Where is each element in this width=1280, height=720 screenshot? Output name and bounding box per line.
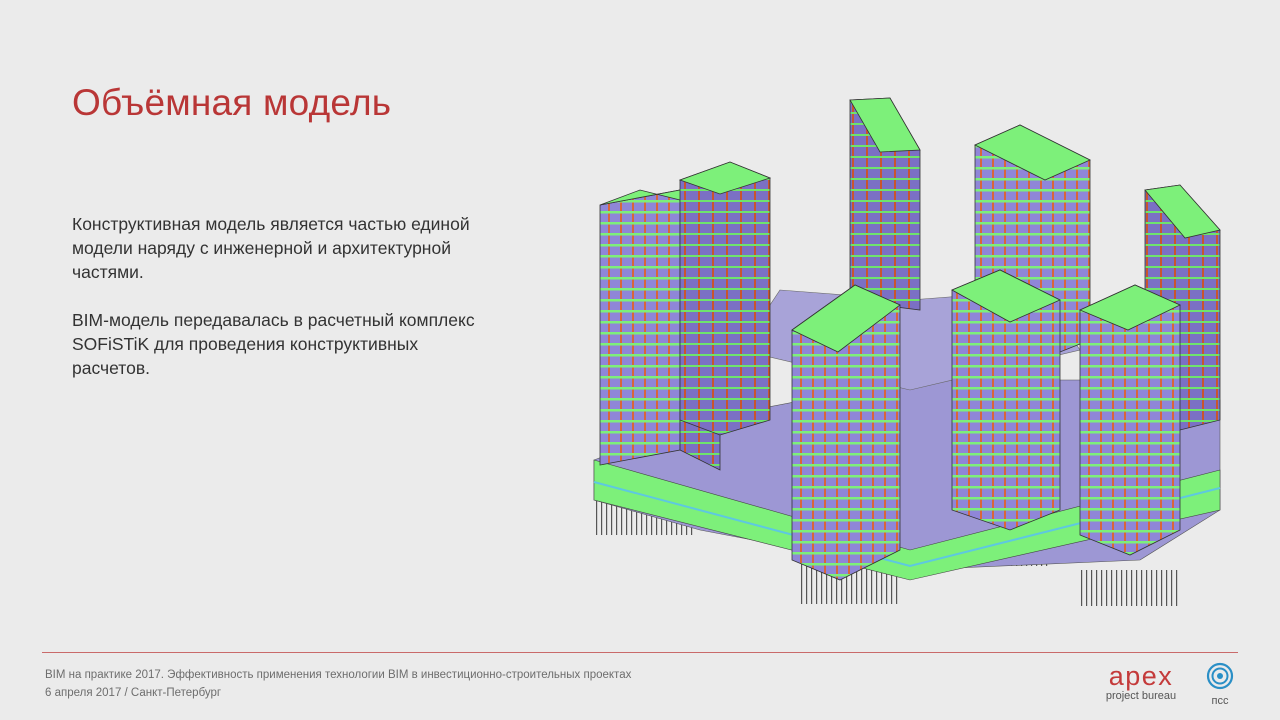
paragraph-1: Конструктивная модель является частью ед… (72, 214, 470, 282)
apex-logo: apex project bureau (1098, 662, 1184, 702)
tower-6 (791, 284, 901, 581)
apex-subtitle: project bureau (1105, 690, 1177, 702)
tower-3 (849, 97, 921, 311)
pss-label: псс (1212, 695, 1229, 707)
pss-logo: псс (1206, 662, 1234, 707)
tower-2 (678, 161, 772, 436)
tower-8 (1078, 284, 1181, 556)
footer-date: 6 апреля 2017 / Санкт-Петербург (45, 687, 222, 699)
footer: BIM на практике 2017. Эффективность прим… (45, 666, 631, 702)
slide-body: Конструктивная модель является частью ед… (72, 212, 492, 404)
tower-7 (951, 269, 1061, 531)
apex-wordmark: apex (1108, 661, 1174, 691)
paragraph-2: BIM-модель передавалась в расчетный комп… (72, 310, 475, 378)
bim-model-image (593, 97, 1221, 606)
footer-divider (42, 652, 1238, 653)
footer-event: BIM на практике 2017. Эффективность прим… (45, 669, 632, 681)
slide-title: Объёмная модель (72, 82, 392, 123)
